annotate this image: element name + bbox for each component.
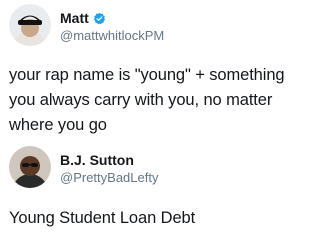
tweet-text-line: you always carry with you, no matter (9, 91, 273, 109)
verified-badge-icon (93, 12, 106, 25)
display-name-row: Matt (60, 10, 164, 26)
handle[interactable]: @PrettyBadLefty (60, 169, 158, 186)
name-block-matt: Matt @mattwhitlockPM (60, 10, 164, 44)
tweet-text-line: your rap name is "young" + something (9, 66, 285, 84)
avatar-bj-sutton[interactable] (9, 146, 51, 188)
tweet-text-matt: your rap name is "young" + something you… (9, 63, 299, 138)
tweet-text-line: Young Student Loan Debt (9, 209, 196, 227)
tweet-text-line: where you go (9, 116, 107, 134)
tweet-header-bj-sutton: B.J. Sutton @PrettyBadLefty (9, 146, 158, 188)
display-name-row: B.J. Sutton (60, 152, 158, 168)
display-name[interactable]: B.J. Sutton (60, 152, 134, 168)
avatar-matt[interactable] (9, 4, 51, 46)
name-block-bj-sutton: B.J. Sutton @PrettyBadLefty (60, 152, 158, 186)
tweet-header-matt: Matt @mattwhitlockPM (9, 4, 164, 46)
tweet-text-bj-sutton: Young Student Loan Debt (9, 206, 294, 231)
avatar-bj-sutton-image (9, 146, 51, 188)
display-name[interactable]: Matt (60, 10, 89, 26)
handle[interactable]: @mattwhitlockPM (60, 27, 164, 44)
avatar-matt-image (9, 4, 51, 46)
